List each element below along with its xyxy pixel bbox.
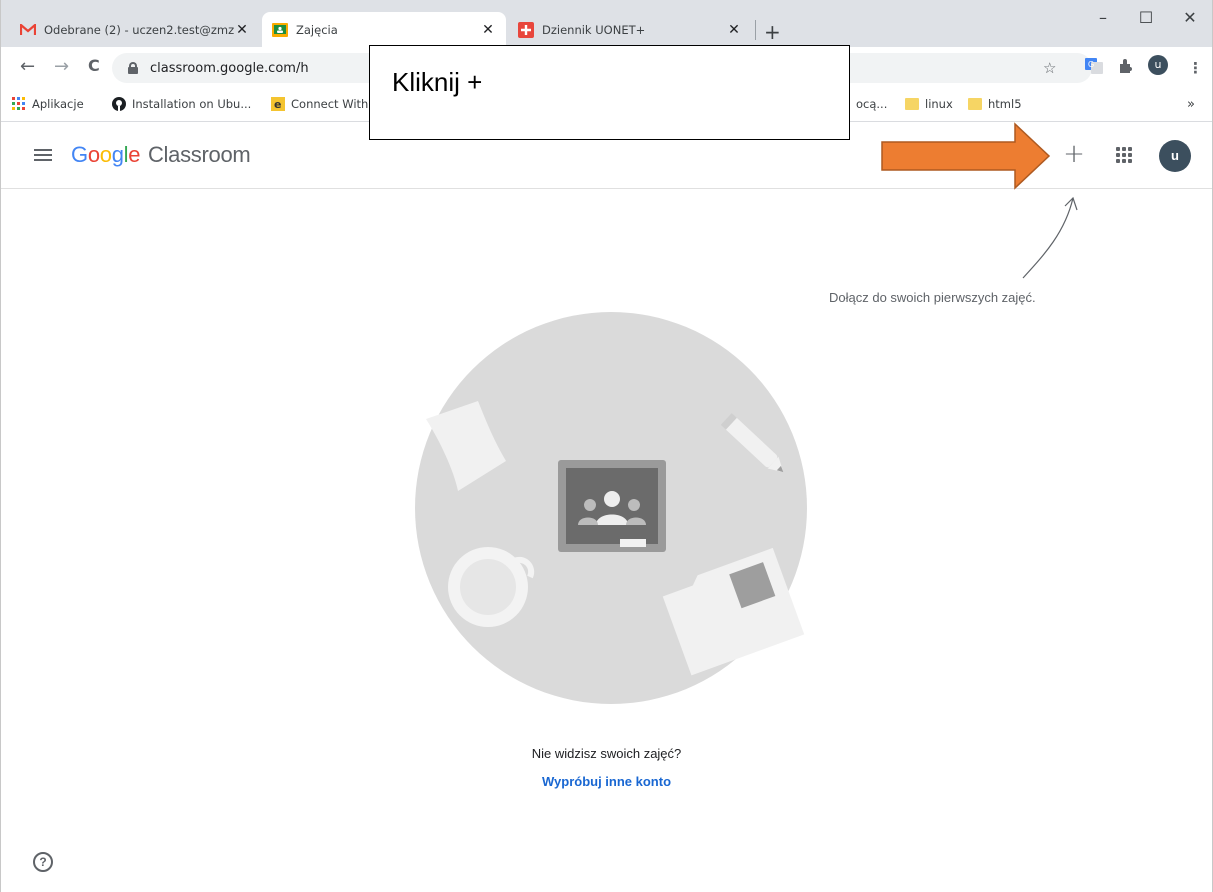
join-first-class-hint: Dołącz do swoich pierwszych zajęć. [829, 290, 1036, 305]
close-tab-icon[interactable]: ✕ [234, 22, 250, 38]
bookmark-label: Connect With [291, 97, 369, 111]
classroom-wordmark: Classroom [147, 142, 251, 167]
empty-classroom-illustration [415, 312, 807, 704]
help-icon[interactable]: ? [33, 852, 53, 872]
tab-gmail[interactable]: Odebrane (2) - uczen2.test@zmz ✕ [10, 12, 260, 47]
tab-strip: Odebrane (2) - uczen2.test@zmz ✕ Zajęcia… [0, 0, 1213, 47]
maximize-button[interactable]: ☐ [1123, 8, 1169, 32]
google-wordmark: Google [71, 142, 141, 167]
close-window-button[interactable]: ✕ [1167, 8, 1213, 32]
gmail-icon [20, 22, 36, 38]
tab-title: Dziennik UONET+ [542, 22, 646, 37]
tutorial-callout-box: Kliknij + [369, 45, 850, 140]
bookmark-apps[interactable]: Aplikacje [12, 97, 84, 111]
bookmark-label: Installation on Ubu... [132, 97, 252, 111]
svg-text:G: G [1088, 60, 1094, 69]
bookmark-label: html5 [988, 97, 1022, 111]
google-apps-icon[interactable] [1116, 147, 1132, 163]
classroom-logo[interactable]: Google Classroom [71, 142, 251, 168]
menu-icon[interactable]: ⋮ [1188, 59, 1203, 77]
bookmark-linux[interactable]: linux [905, 97, 953, 111]
close-tab-icon[interactable]: ✕ [480, 22, 496, 38]
bookmark-label: ocą... [856, 97, 888, 111]
callout-text: Kliknij + [392, 67, 483, 97]
tab-title: Zajęcia [296, 22, 338, 37]
uonet-icon [518, 21, 534, 38]
try-another-account-link[interactable]: Wypróbuj inne konto [0, 774, 1213, 789]
frame-edge-left [0, 0, 1, 892]
star-icon[interactable]: ☆ [1043, 59, 1056, 77]
bookmark-installation[interactable]: Installation on Ubu... [112, 97, 251, 111]
screen: Odebrane (2) - uczen2.test@zmz ✕ Zajęcia… [0, 0, 1213, 892]
folder-icon [905, 98, 919, 110]
new-tab-button[interactable]: + [764, 20, 781, 44]
no-classes-question: Nie widzisz swoich zajęć? [531, 746, 682, 761]
apps-grid-icon [12, 97, 25, 110]
bookmark-hidden[interactable]: ocą... [856, 97, 887, 111]
create-join-class-button[interactable]: + [1056, 137, 1092, 173]
tab-uonet[interactable]: Dziennik UONET+ ✕ [508, 12, 752, 47]
pointer-arrow-annotation [881, 122, 1051, 190]
url-text: classroom.google.com/h [150, 60, 309, 76]
tab-separator [755, 20, 756, 40]
e-icon: e [271, 97, 285, 111]
minimize-button[interactable]: – [1080, 8, 1126, 32]
extensions-icon[interactable] [1118, 58, 1134, 78]
profile-avatar[interactable]: u [1148, 55, 1168, 75]
main-menu-icon[interactable] [34, 149, 52, 161]
github-icon [112, 97, 126, 111]
more-bookmarks-button[interactable]: » [1187, 97, 1195, 112]
bookmark-label: linux [925, 97, 953, 111]
bookmark-label: Aplikacje [32, 97, 84, 111]
close-tab-icon[interactable]: ✕ [726, 22, 742, 38]
tab-title: Odebrane (2) - uczen2.test@zmz [44, 22, 234, 37]
reload-button[interactable]: C [88, 56, 100, 75]
translate-icon[interactable]: G [1085, 58, 1103, 78]
forward-button[interactable]: → [54, 56, 69, 77]
account-avatar[interactable]: u [1159, 140, 1191, 172]
back-button[interactable]: ← [20, 56, 35, 77]
classroom-icon [272, 22, 288, 38]
lock-icon [128, 62, 138, 74]
classroom-board-icon [558, 460, 666, 552]
hint-arrow-icon [1022, 196, 1078, 279]
svg-text:e: e [274, 98, 281, 111]
folder-icon [968, 98, 982, 110]
tab-classroom[interactable]: Zajęcia ✕ [262, 12, 506, 47]
bookmark-connect[interactable]: e Connect With [271, 97, 368, 111]
bookmark-html5[interactable]: html5 [968, 97, 1022, 111]
